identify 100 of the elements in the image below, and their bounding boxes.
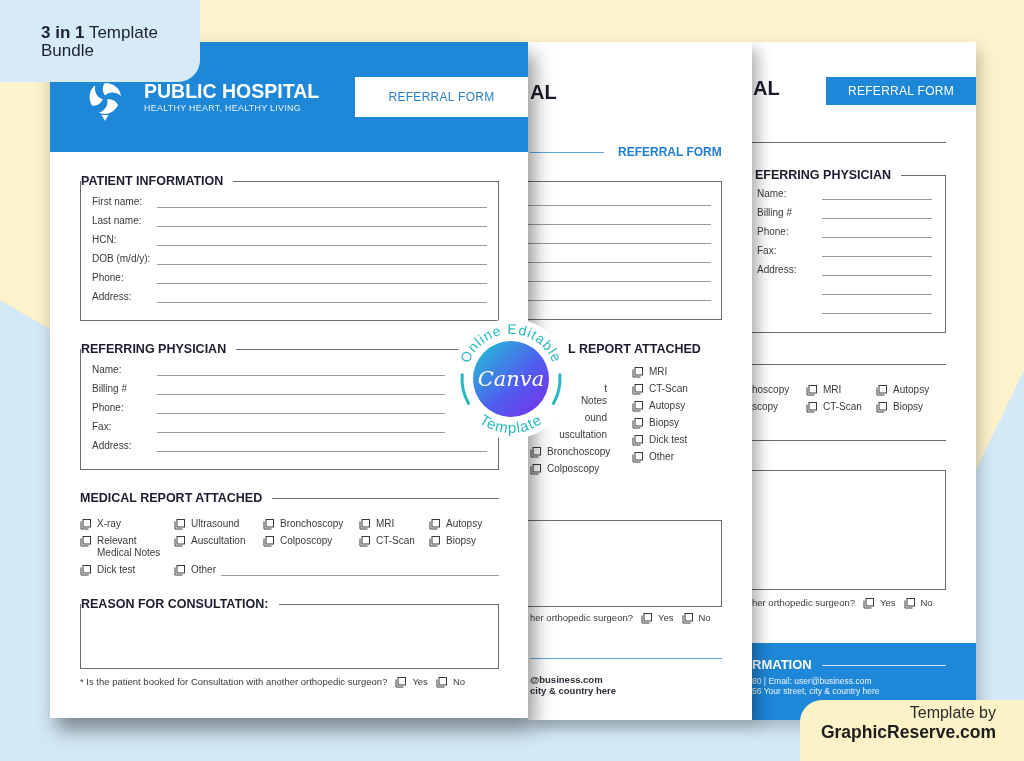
question-text: her orthopedic surgeon? [752, 597, 855, 609]
section-title: REASON FOR CONSULTATION: [81, 597, 270, 611]
section-title: EFERRING PHYSICIAN [754, 168, 893, 182]
checkbox-label: Notes [580, 395, 607, 407]
field-label: Phone: [92, 401, 125, 414]
contact-line: 80 | Email: user@business.com [752, 676, 872, 686]
checkbox-label: scopy [752, 401, 779, 413]
checkbox-label: Other [191, 564, 216, 576]
checkbox-label: CT-Scan [649, 383, 688, 395]
hospital-name: PUBLIC HOSPITAL [144, 80, 320, 102]
checkbox-label: Biopsy [446, 535, 476, 547]
question-text: * Is the patient booked for Consultation with another orthopedic surgeon? [80, 676, 388, 688]
section-title: MEDICAL REPORT ATTACHED [80, 491, 263, 505]
answer-box[interactable]: REASON FOR CONSULTATION: [80, 597, 499, 669]
checkbox[interactable] [80, 564, 91, 576]
option-label: No [698, 612, 711, 624]
checkbox-label: Other [649, 451, 674, 463]
checkbox[interactable] [174, 564, 185, 576]
checkbox-label: Dick test [97, 564, 136, 576]
field-label: DOB (m/d/y): [92, 252, 152, 265]
checkbox[interactable] [632, 451, 643, 463]
bundle-label: 3 in 1 Template Bundle [41, 24, 159, 60]
checkbox[interactable] [681, 612, 693, 624]
checkbox[interactable] [263, 535, 274, 547]
checkbox-label: Autopsy [649, 400, 686, 412]
checkbox[interactable] [632, 417, 643, 429]
checkbox-label: X-ray [97, 518, 121, 530]
field-label: Phone: [92, 271, 125, 284]
checkbox[interactable] [530, 446, 541, 458]
badge-bottom-text: Template [477, 410, 545, 437]
checkbox-label: Autopsy [893, 384, 930, 396]
field-label: Address: [92, 290, 133, 303]
field-label: Name: [757, 187, 788, 200]
checkbox-label: CT-Scan [823, 401, 862, 413]
checkbox[interactable] [359, 518, 370, 530]
checkbox-label: Colposcopy [547, 463, 600, 475]
checkbox[interactable] [359, 535, 370, 547]
logo-text: Canva [477, 367, 545, 391]
field-label: Fax: [757, 244, 778, 257]
field-label: Billing # [92, 382, 129, 395]
checkbox[interactable] [174, 535, 185, 547]
contact-line: 56 Your street, city & country here [752, 686, 880, 696]
checkbox[interactable] [632, 400, 643, 412]
footer-title: RMATION [752, 657, 812, 673]
checkbox[interactable] [632, 366, 643, 378]
checkbox-label: Bronchoscopy [547, 446, 611, 458]
checkbox[interactable] [632, 434, 643, 446]
credit-caption: Template by [909, 703, 996, 722]
checkbox-label: MRI [823, 384, 842, 396]
checkbox-label: Colposcopy [280, 535, 333, 547]
checkbox[interactable] [530, 463, 541, 475]
checkbox-label: Dick test [649, 434, 688, 446]
option-label: No [920, 597, 933, 609]
section-title: L REPORT ATTACHED [568, 342, 701, 356]
checkbox[interactable] [806, 401, 817, 413]
checkbox-label: CT-Scan [376, 535, 415, 547]
option-label: No [452, 676, 466, 688]
option-label: Yes [658, 612, 674, 624]
checkbox-label: uscultation [559, 429, 607, 441]
checkbox[interactable] [876, 401, 887, 413]
form-title: REFERRAL FORM [618, 145, 722, 159]
badge-arc [551, 373, 562, 405]
field-label: Fax: [92, 420, 113, 433]
field-label: First name: [92, 195, 143, 208]
checkbox[interactable] [395, 676, 407, 688]
checkbox[interactable] [863, 597, 874, 609]
checkbox-label: Relevant Medical Notes [97, 535, 162, 559]
checkbox[interactable] [429, 518, 440, 530]
checkbox[interactable] [435, 676, 447, 688]
checkbox-label: Bronchoscopy [280, 518, 344, 530]
option-label: Yes [880, 597, 896, 609]
field-label: Address: [757, 263, 798, 276]
contact-line: city & country here [529, 685, 617, 696]
checkbox[interactable] [263, 518, 274, 530]
checkbox-label: Biopsy [893, 401, 923, 413]
checkbox-label: MRI [376, 518, 395, 530]
field-label: Name: [92, 363, 123, 376]
field-label: Address: [92, 439, 133, 452]
section-title: REFERRING PHYSICIAN [81, 342, 228, 356]
option-label: Yes [412, 676, 428, 688]
checkbox[interactable] [174, 518, 185, 530]
checkbox-label: hoscopy [752, 384, 790, 396]
checkbox[interactable] [806, 384, 817, 396]
form-title: REFERRAL FORM [355, 77, 528, 117]
checkbox-label: t [604, 383, 607, 395]
checkbox-label: MRI [649, 366, 668, 378]
checkbox[interactable] [429, 535, 440, 547]
field-label: Last name: [92, 214, 143, 227]
checkbox[interactable] [903, 597, 915, 609]
checkbox[interactable] [632, 383, 643, 395]
title-fragment: AL [529, 81, 557, 103]
contact-line: @business.com [529, 674, 603, 685]
hospital-tagline: HEALTHY HEART, HEALTHY LIVING [144, 103, 301, 114]
section-title: PATIENT INFORMATION [81, 174, 225, 188]
checkbox[interactable] [641, 612, 652, 624]
checkbox[interactable] [80, 518, 91, 530]
checkbox[interactable] [876, 384, 887, 396]
field-label: Billing # [757, 206, 794, 219]
badge-arc [460, 373, 471, 405]
checkbox[interactable] [80, 535, 91, 547]
